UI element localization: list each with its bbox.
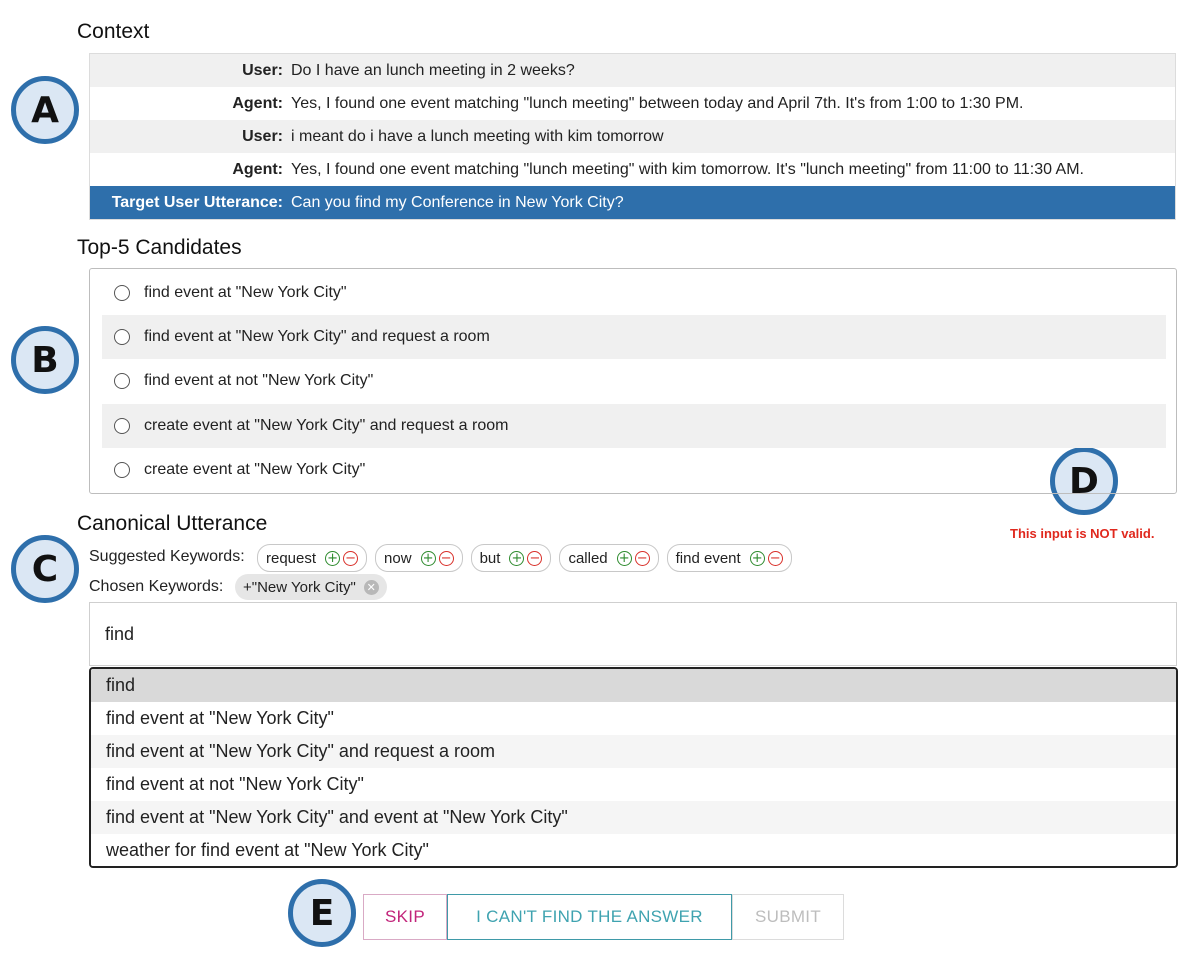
- keyword-chip: now + −: [375, 544, 463, 572]
- suggestion-item[interactable]: weather for find event at "New York City…: [91, 834, 1176, 866]
- target-text: Can you find my Conference in New York C…: [291, 193, 624, 211]
- suggestion-item[interactable]: find event at "New York City" and event …: [91, 801, 1176, 834]
- plus-circle-icon[interactable]: +: [616, 550, 632, 566]
- target-utterance-row: Target User Utterance: Can you find my C…: [90, 186, 1175, 219]
- suggestion-item[interactable]: find event at "New York City" and reques…: [91, 735, 1176, 768]
- plus-circle-icon[interactable]: +: [420, 550, 436, 566]
- suggested-keywords: request + − now + − but + − called + − f…: [257, 544, 792, 572]
- minus-circle-icon[interactable]: −: [343, 550, 359, 566]
- candidate-label: create event at "New York City" and requ…: [144, 417, 509, 434]
- suggestion-item[interactable]: find event at "New York City": [91, 702, 1176, 735]
- context-text: i meant do i have a lunch meeting with k…: [291, 127, 664, 145]
- plus-circle-icon[interactable]: +: [509, 550, 525, 566]
- candidate-option[interactable]: create event at "New York City": [102, 448, 1166, 492]
- cant-find-answer-button[interactable]: I CAN'T FIND THE ANSWER: [447, 894, 732, 940]
- radio-unchecked-icon[interactable]: [114, 418, 130, 434]
- keyword-label: called: [568, 549, 608, 567]
- badge-a: A: [11, 76, 79, 144]
- suggestion-item[interactable]: find event at not "New York City": [91, 768, 1176, 801]
- candidates-heading: Top-5 Candidates: [77, 236, 242, 259]
- action-buttons: SKIP I CAN'T FIND THE ANSWER SUBMIT: [363, 894, 844, 940]
- candidate-option[interactable]: find event at "New York City": [102, 271, 1166, 315]
- keyword-label: request: [266, 549, 317, 567]
- minus-circle-icon[interactable]: −: [527, 550, 543, 566]
- plus-circle-icon[interactable]: +: [325, 550, 341, 566]
- context-table: User: Do I have an lunch meeting in 2 we…: [89, 53, 1176, 220]
- keyword-chip: but + −: [470, 544, 552, 572]
- keyword-chip: called + −: [559, 544, 659, 572]
- chosen-keyword-chip: +"New York City" ✕: [235, 574, 387, 600]
- context-role: User:: [242, 127, 283, 145]
- candidate-label: create event at "New York City": [144, 461, 366, 478]
- keyword-label: but: [479, 549, 501, 567]
- skip-button[interactable]: SKIP: [363, 894, 447, 940]
- submit-button[interactable]: SUBMIT: [732, 894, 844, 940]
- candidate-option[interactable]: find event at "New York City" and reques…: [102, 315, 1166, 359]
- plus-circle-icon[interactable]: +: [749, 550, 765, 566]
- context-row: Agent: Yes, I found one event matching "…: [90, 87, 1175, 120]
- keyword-chip: find event + −: [666, 544, 792, 572]
- chosen-keyword-label: +"New York City": [243, 578, 356, 596]
- radio-unchecked-icon[interactable]: [114, 285, 130, 301]
- context-role: Agent:: [232, 160, 283, 178]
- context-row: User: i meant do i have a lunch meeting …: [90, 120, 1175, 153]
- candidate-label: find event at "New York City" and reques…: [144, 328, 490, 345]
- radio-unchecked-icon[interactable]: [114, 462, 130, 478]
- context-text: Yes, I found one event matching "lunch m…: [291, 160, 1084, 178]
- candidate-option[interactable]: create event at "New York City" and requ…: [102, 404, 1166, 448]
- badge-c: C: [11, 535, 79, 603]
- target-role: Target User Utterance:: [111, 193, 283, 211]
- context-row: User: Do I have an lunch meeting in 2 we…: [90, 54, 1175, 87]
- keyword-label: find event: [675, 549, 741, 567]
- radio-unchecked-icon[interactable]: [114, 329, 130, 345]
- badge-e: E: [288, 879, 356, 947]
- close-circle-icon[interactable]: ✕: [363, 579, 379, 595]
- context-row: Agent: Yes, I found one event matching "…: [90, 153, 1175, 186]
- chosen-keywords-label: Chosen Keywords:: [89, 578, 224, 595]
- candidate-option[interactable]: find event at not "New York City": [102, 359, 1166, 403]
- keyword-label: now: [384, 549, 412, 567]
- autocomplete-suggestions: find find event at "New York City" find …: [89, 667, 1178, 868]
- radio-unchecked-icon[interactable]: [114, 373, 130, 389]
- context-role: Agent:: [232, 94, 283, 112]
- keyword-chip: request + −: [257, 544, 368, 572]
- context-text: Yes, I found one event matching "lunch m…: [291, 94, 1024, 112]
- validation-message: This input is NOT valid.: [1010, 526, 1155, 541]
- candidate-label: find event at not "New York City": [144, 372, 374, 389]
- minus-circle-icon[interactable]: −: [634, 550, 650, 566]
- minus-circle-icon[interactable]: −: [438, 550, 454, 566]
- utterance-input[interactable]: [89, 602, 1177, 666]
- suggestion-item[interactable]: find: [91, 669, 1176, 702]
- suggested-keywords-label: Suggested Keywords:: [89, 548, 245, 565]
- candidates-list: find event at "New York City" find event…: [89, 268, 1177, 494]
- candidate-label: find event at "New York City": [144, 284, 347, 301]
- context-heading: Context: [77, 20, 150, 43]
- badge-b: B: [11, 326, 79, 394]
- minus-circle-icon[interactable]: −: [767, 550, 783, 566]
- context-text: Do I have an lunch meeting in 2 weeks?: [291, 61, 575, 79]
- context-role: User:: [242, 61, 283, 79]
- canonical-heading: Canonical Utterance: [77, 512, 268, 535]
